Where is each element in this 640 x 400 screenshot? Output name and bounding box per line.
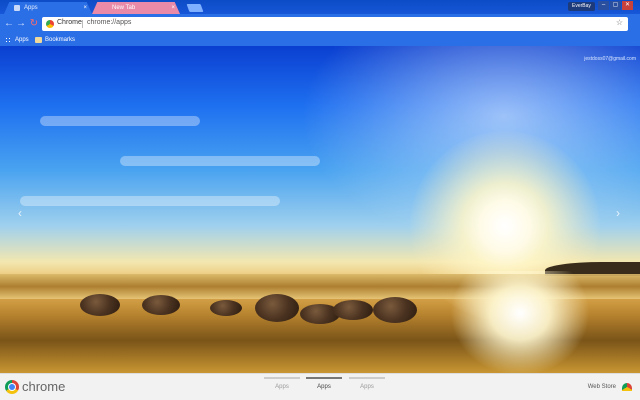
bookmarks-bar: Apps Bookmarks bbox=[0, 34, 640, 46]
profile-button[interactable]: EverBay bbox=[568, 2, 595, 11]
close-icon[interactable]: × bbox=[171, 2, 175, 14]
folder-icon bbox=[35, 37, 42, 43]
forward-button[interactable]: → bbox=[15, 18, 27, 30]
page-switcher-3[interactable]: Apps bbox=[349, 377, 385, 390]
boulder bbox=[373, 297, 417, 323]
web-store-icon[interactable] bbox=[622, 383, 632, 391]
account-email[interactable]: jestdoss07@gmail.com bbox=[584, 56, 636, 62]
chrome-logo-icon bbox=[5, 380, 19, 394]
boulder bbox=[142, 295, 180, 315]
url-text[interactable]: chrome://apps bbox=[87, 19, 131, 26]
apps-grid-icon bbox=[5, 37, 12, 43]
tab-label: Apps bbox=[24, 5, 38, 11]
page-indicator bbox=[306, 377, 342, 379]
tab-strip: Apps × New Tab × EverBay – ▢ ✕ bbox=[0, 0, 640, 14]
chrome-icon bbox=[46, 20, 54, 28]
bookmark-label: Bookmarks bbox=[45, 37, 76, 43]
bookmark-star-icon[interactable]: ☆ bbox=[616, 18, 623, 27]
toolbar: ← → ↻ Chrome chrome://apps ☆ bbox=[0, 14, 640, 34]
maximize-button[interactable]: ▢ bbox=[610, 1, 621, 10]
chrome-wordmark: chrome bbox=[22, 379, 66, 394]
back-button[interactable]: ← bbox=[3, 18, 15, 30]
new-tab-button[interactable] bbox=[186, 4, 204, 12]
apps-footer: chrome Apps Apps Apps Web Store bbox=[0, 373, 640, 400]
boulder bbox=[210, 300, 242, 316]
chevron-right-icon[interactable]: › bbox=[616, 206, 620, 220]
sun-reflection bbox=[450, 271, 590, 373]
bookmark-apps[interactable]: Apps bbox=[5, 35, 29, 45]
page-switcher-2[interactable]: Apps bbox=[306, 377, 342, 390]
tab-new-tab[interactable]: New Tab × bbox=[92, 2, 180, 14]
close-icon[interactable]: × bbox=[83, 2, 87, 14]
page-label: Apps bbox=[317, 384, 331, 390]
tab-apps[interactable]: Apps × bbox=[4, 2, 92, 14]
omnibox-divider bbox=[82, 20, 83, 28]
close-window-button[interactable]: ✕ bbox=[622, 1, 633, 10]
boulder bbox=[333, 300, 373, 320]
cloud-streak bbox=[40, 116, 200, 126]
background-wallpaper bbox=[0, 46, 640, 373]
page-switcher-1[interactable]: Apps bbox=[264, 377, 300, 390]
apps-favicon-icon bbox=[14, 5, 20, 11]
page-label: Apps bbox=[275, 384, 289, 390]
web-store-link[interactable]: Web Store bbox=[588, 384, 616, 390]
omnibox-brand: Chrome bbox=[57, 19, 82, 26]
page-label: Apps bbox=[360, 384, 374, 390]
page-indicator bbox=[349, 377, 385, 379]
bookmark-label: Apps bbox=[15, 37, 29, 43]
cloud-streak bbox=[120, 156, 320, 166]
chevron-left-icon[interactable]: ‹ bbox=[18, 206, 22, 220]
cloud-streak bbox=[20, 196, 280, 206]
boulder bbox=[255, 294, 299, 322]
minimize-button[interactable]: – bbox=[598, 1, 609, 10]
reload-button[interactable]: ↻ bbox=[28, 18, 40, 30]
boulder bbox=[80, 294, 120, 316]
page-indicator bbox=[264, 377, 300, 379]
address-bar[interactable]: Chrome chrome://apps ☆ bbox=[42, 17, 628, 31]
tab-label: New Tab bbox=[112, 5, 136, 11]
bookmark-folder[interactable]: Bookmarks bbox=[35, 35, 75, 45]
